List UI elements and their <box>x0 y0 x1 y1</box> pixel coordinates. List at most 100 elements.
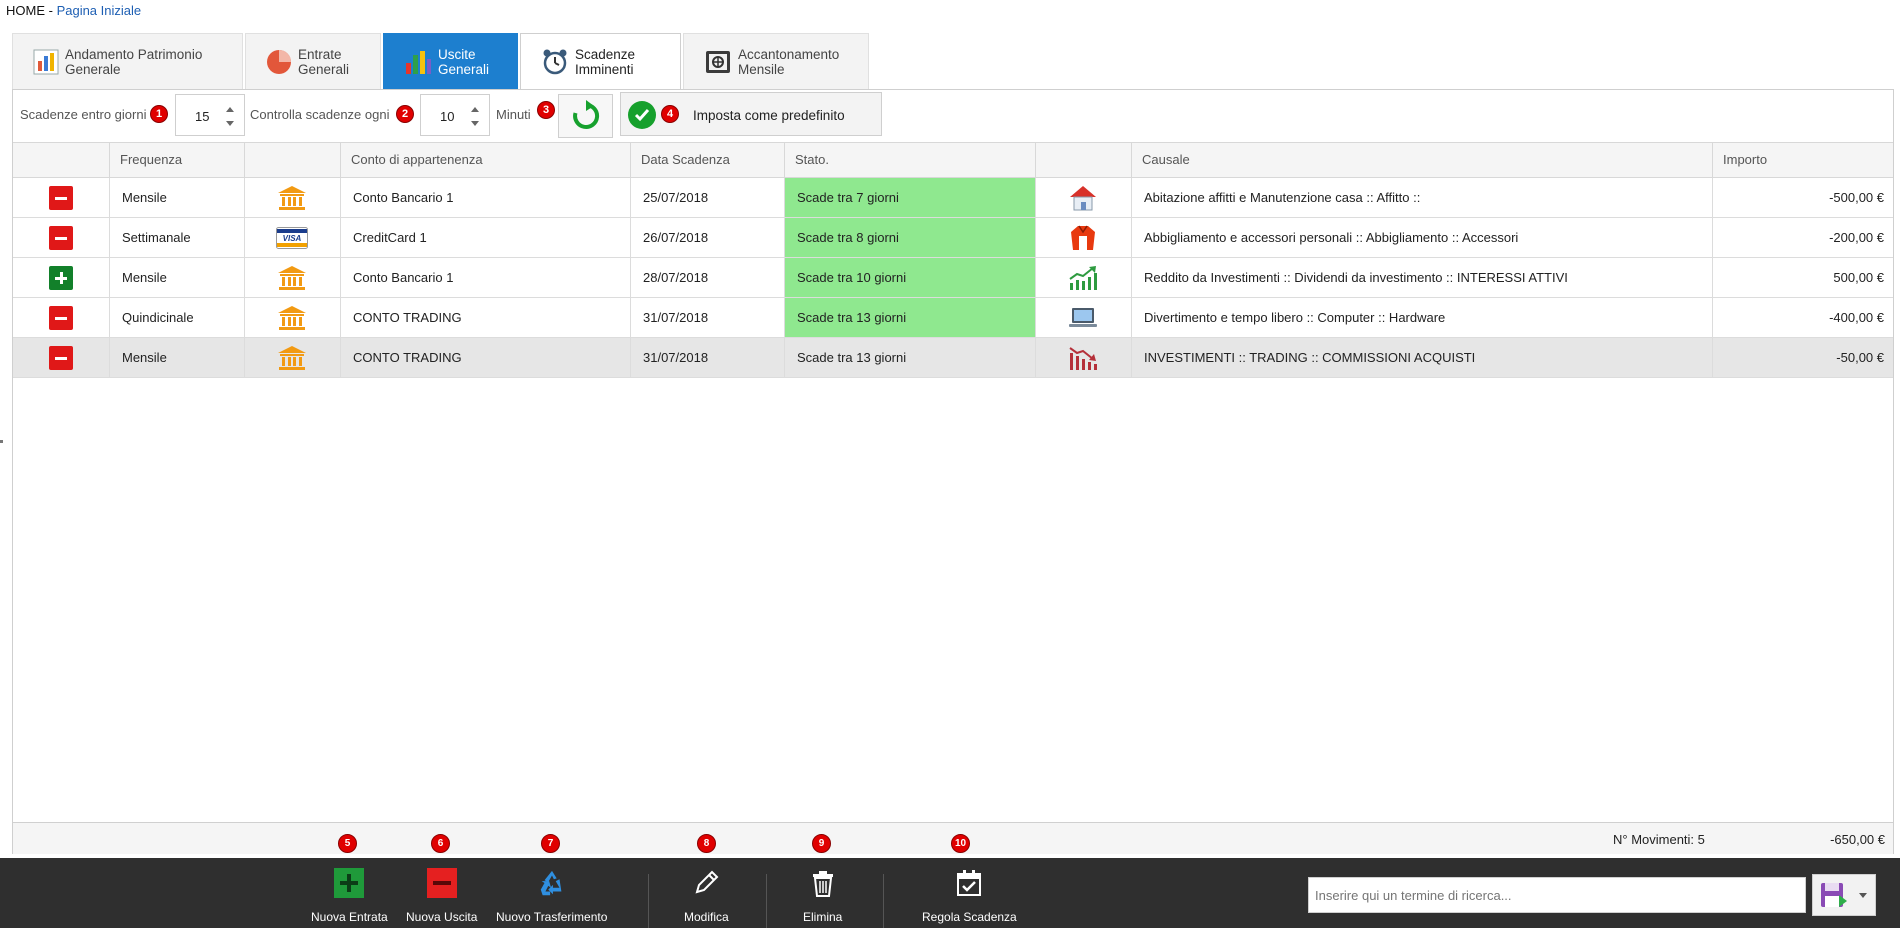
table-row-selected[interactable]: Mensile CONTO TRADING 31/07/2018 Scade t… <box>13 338 1893 378</box>
new-income-label: Nuova Entrata <box>311 910 388 924</box>
content-panel: Scadenze entro giorni 1 15 Controlla sca… <box>12 89 1894 854</box>
tab-scadenze-imminenti[interactable]: Scadenze Imminenti <box>520 33 681 90</box>
deadlines-table: Frequenza Conto di appartenenza Data Sca… <box>13 142 1893 378</box>
new-income-button[interactable]: Nuova Entrata <box>311 868 388 924</box>
set-default-button[interactable]: 4 Imposta come predefinito <box>620 92 882 136</box>
callout-badge-10: 10 <box>951 834 970 853</box>
search-box[interactable] <box>1308 877 1806 913</box>
stato-cell: Scade tra 7 giorni <box>785 178 1036 217</box>
col-type-header[interactable] <box>13 143 110 178</box>
col-data-header[interactable]: Data Scadenza <box>631 143 785 178</box>
col-category-icon-header[interactable] <box>1036 143 1132 178</box>
adjust-deadline-button[interactable]: Regola Scadenza <box>922 868 1017 924</box>
days-value[interactable]: 15 <box>195 109 209 124</box>
callout-badge-8: 8 <box>697 834 716 853</box>
conto-icon-cell <box>245 338 341 377</box>
table-row[interactable]: Mensile Conto Bancario 1 28/07/2018 Scad… <box>13 258 1893 298</box>
col-conto-header[interactable]: Conto di appartenenza <box>341 143 631 178</box>
check-interval-label: Controlla scadenze ogni <box>250 107 390 122</box>
tab-label: Uscite Generali <box>438 46 490 77</box>
table-row[interactable]: Quindicinale CONTO TRADING 31/07/2018 Sc… <box>13 298 1893 338</box>
table-row[interactable]: Mensile Conto Bancario 1 25/07/2018 Scad… <box>13 178 1893 218</box>
total-amount: -650,00 € <box>1830 832 1885 847</box>
tab-label: Accantonamento Mensile <box>738 46 840 77</box>
expense-minus-icon <box>49 306 73 330</box>
callout-badge-2: 2 <box>396 105 414 123</box>
new-expense-label: Nuova Uscita <box>406 910 478 924</box>
col-causale-header[interactable]: Causale <box>1132 143 1713 178</box>
causale-cell: INVESTIMENTI :: TRADING :: COMMISSIONI A… <box>1132 338 1713 377</box>
jacket-icon <box>1066 224 1100 252</box>
stato-cell: Scade tra 13 giorni <box>785 298 1036 337</box>
spinner-down-icon[interactable] <box>471 121 479 126</box>
breadcrumb-page[interactable]: Pagina Iniziale <box>57 3 142 18</box>
refresh-icon <box>572 100 599 129</box>
tab-andamento-patrimonio[interactable]: Andamento Patrimonio Generale <box>12 33 243 89</box>
computer-icon <box>1066 304 1100 332</box>
causale-cell: Abbigliamento e accessori personali :: A… <box>1132 218 1713 257</box>
search-input[interactable] <box>1309 878 1805 912</box>
export-save-button[interactable] <box>1812 874 1876 916</box>
alarm-clock-icon <box>541 47 569 77</box>
svg-text:VISA: VISA <box>283 234 302 243</box>
breadcrumb-home[interactable]: HOME <box>6 3 45 18</box>
conto-cell: Conto Bancario 1 <box>341 178 631 217</box>
tab-entrate-generali[interactable]: Entrate Generali <box>245 33 381 89</box>
causale-cell: Divertimento e tempo libero :: Computer … <box>1132 298 1713 337</box>
interval-spinner[interactable]: 10 <box>420 94 490 136</box>
frequenza-cell: Mensile <box>110 178 245 217</box>
calendar-check-icon <box>954 868 984 898</box>
interval-value[interactable]: 10 <box>440 109 454 124</box>
callout-badge-1: 1 <box>150 105 168 123</box>
col-stato-header[interactable]: Stato. <box>785 143 1036 178</box>
table-row[interactable]: Settimanale VISA CreditCard 1 26/07/2018… <box>13 218 1893 258</box>
visa-card-icon: VISA <box>275 224 309 252</box>
bank-icon <box>275 264 309 292</box>
bank-icon <box>275 184 309 212</box>
tab-label: Andamento Patrimonio Generale <box>65 46 203 77</box>
callout-badge-7: 7 <box>541 834 560 853</box>
pencil-icon <box>691 868 721 898</box>
col-importo-header[interactable]: Importo <box>1713 143 1894 178</box>
delete-label: Elimina <box>803 910 843 924</box>
patrimonio-chart-icon <box>33 47 59 77</box>
safe-icon <box>704 47 732 77</box>
callout-badge-4: 4 <box>661 105 679 123</box>
days-spinner[interactable]: 15 <box>175 94 245 136</box>
add-green-icon <box>334 868 365 898</box>
conto-icon-cell <box>245 178 341 217</box>
data-cell: 25/07/2018 <box>631 178 785 217</box>
expense-minus-icon <box>49 346 73 370</box>
refresh-button[interactable] <box>558 94 613 138</box>
remove-red-icon <box>426 868 457 898</box>
col-conto-icon-header[interactable] <box>245 143 341 178</box>
income-plus-icon <box>49 266 73 290</box>
callout-badge-5: 5 <box>338 834 357 853</box>
stato-cell: Scade tra 8 giorni <box>785 218 1036 257</box>
deadline-toolbar: Scadenze entro giorni 1 15 Controlla sca… <box>13 90 1893 140</box>
save-export-icon <box>1819 880 1849 910</box>
importo-cell: -500,00 € <box>1829 190 1884 205</box>
delete-button[interactable]: Elimina <box>803 868 842 924</box>
spinner-up-icon[interactable] <box>226 107 234 112</box>
toolbar-divider <box>648 874 649 928</box>
spinner-down-icon[interactable] <box>226 121 234 126</box>
spinner-up-icon[interactable] <box>471 107 479 112</box>
expense-minus-icon <box>49 226 73 250</box>
trash-icon <box>808 868 838 898</box>
type-cell <box>13 298 110 337</box>
importo-cell: 500,00 € <box>1833 270 1884 285</box>
edit-button[interactable]: Modifica <box>684 868 729 924</box>
new-expense-button[interactable]: Nuova Uscita <box>406 868 477 924</box>
conto-icon-cell <box>245 298 341 337</box>
bank-icon <box>275 344 309 372</box>
category-icon-cell <box>1036 178 1132 217</box>
tab-uscite-generali[interactable]: Uscite Generali <box>383 33 518 89</box>
tab-accantonamento-mensile[interactable]: Accantonamento Mensile <box>683 33 869 89</box>
expense-minus-icon <box>49 186 73 210</box>
col-frequenza-header[interactable]: Frequenza <box>110 143 245 178</box>
chevron-down-icon[interactable] <box>1859 892 1867 898</box>
new-transfer-button[interactable]: Nuovo Trasferimento <box>496 868 607 924</box>
trend-up-icon <box>1066 264 1100 292</box>
type-cell <box>13 338 110 377</box>
